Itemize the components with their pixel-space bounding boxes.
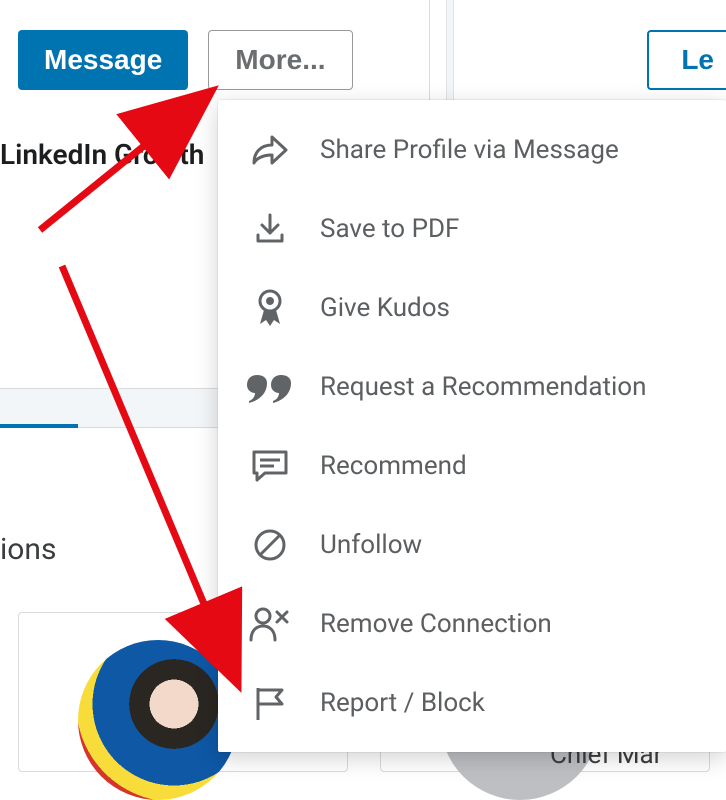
menu-item-recommend[interactable]: Recommend bbox=[218, 426, 726, 505]
section-heading-fragment: ions bbox=[0, 532, 56, 567]
message-button-label: Message bbox=[44, 44, 162, 76]
menu-item-give-kudos[interactable]: Give Kudos bbox=[218, 268, 726, 347]
menu-item-label: Request a Recommendation bbox=[320, 372, 647, 402]
headline-text-fragment: LinkedIn Growth bbox=[0, 138, 204, 171]
kudos-ribbon-icon bbox=[242, 288, 298, 328]
menu-item-save-pdf[interactable]: Save to PDF bbox=[218, 189, 726, 268]
profile-actions-row: Message More... bbox=[18, 30, 353, 90]
more-dropdown-menu: Share Profile via Message Save to PDF Gi… bbox=[218, 100, 726, 752]
download-icon bbox=[242, 211, 298, 247]
menu-item-label: Remove Connection bbox=[320, 609, 552, 639]
learn-button-fragment[interactable]: Le bbox=[647, 30, 726, 90]
menu-item-report-block[interactable]: Report / Block bbox=[218, 663, 726, 742]
panel-gap bbox=[446, 0, 454, 104]
menu-item-unfollow[interactable]: Unfollow bbox=[218, 505, 726, 584]
remove-user-icon bbox=[242, 606, 298, 642]
flag-icon bbox=[242, 684, 298, 722]
message-button[interactable]: Message bbox=[18, 30, 188, 90]
avatar[interactable] bbox=[78, 640, 238, 800]
menu-item-label: Unfollow bbox=[320, 530, 422, 560]
cancel-circle-icon bbox=[242, 527, 298, 563]
comment-icon bbox=[242, 449, 298, 483]
vertical-divider bbox=[429, 0, 430, 104]
quotation-icon bbox=[242, 371, 298, 403]
menu-item-share-profile[interactable]: Share Profile via Message bbox=[218, 110, 726, 189]
menu-item-request-recommendation[interactable]: Request a Recommendation bbox=[218, 347, 726, 426]
more-button-label: More... bbox=[235, 44, 325, 76]
menu-item-label: Report / Block bbox=[320, 688, 485, 718]
section-gap bbox=[0, 388, 218, 428]
menu-item-label: Save to PDF bbox=[320, 214, 459, 244]
menu-item-remove-connection[interactable]: Remove Connection bbox=[218, 584, 726, 663]
menu-item-label: Recommend bbox=[320, 451, 467, 481]
active-tab-underline bbox=[0, 424, 78, 428]
more-button[interactable]: More... bbox=[208, 30, 352, 90]
share-arrow-icon bbox=[242, 133, 298, 167]
menu-item-label: Give Kudos bbox=[320, 293, 450, 323]
learn-button-label: Le bbox=[681, 44, 714, 75]
menu-item-label: Share Profile via Message bbox=[320, 135, 619, 165]
